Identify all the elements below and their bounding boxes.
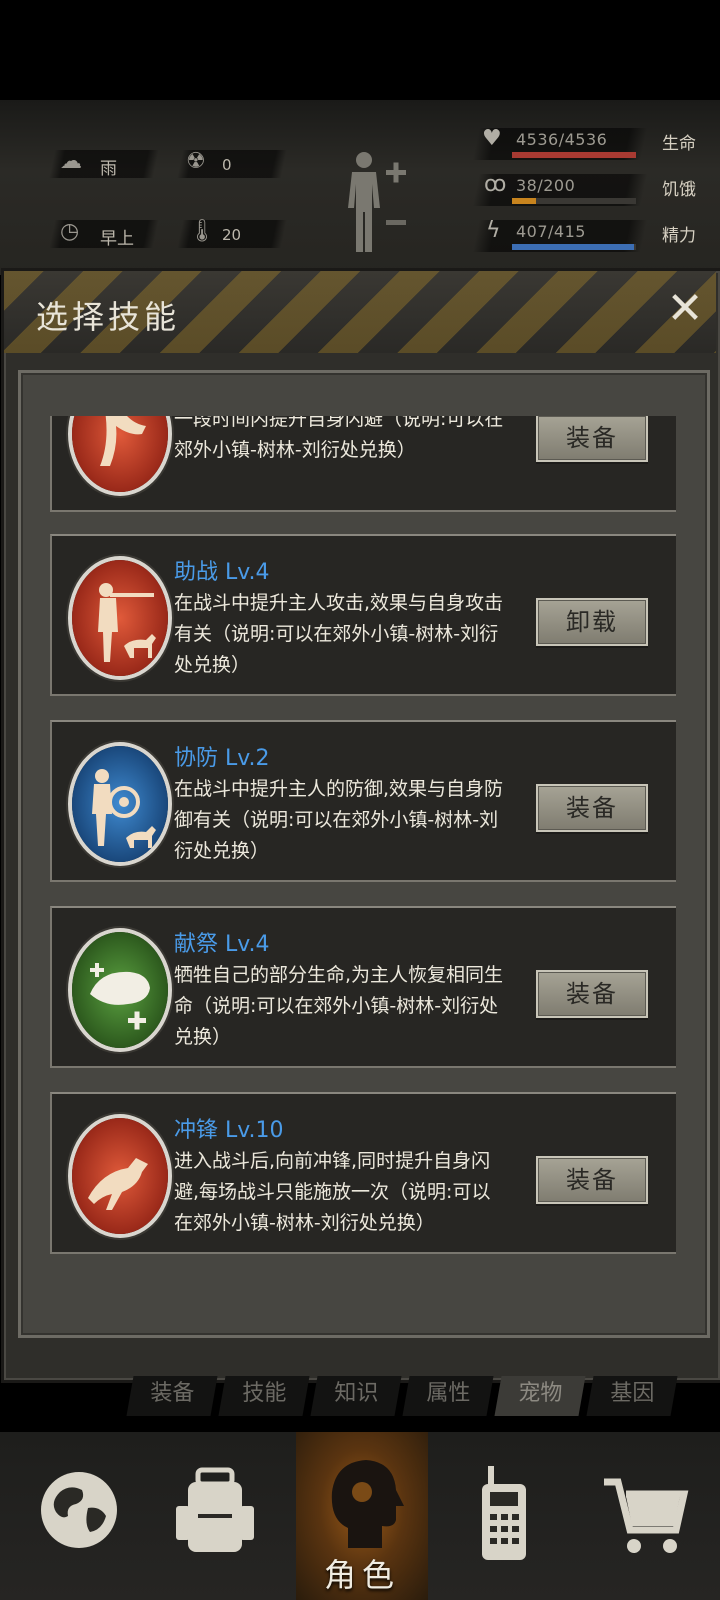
skill-card-charge: 冲锋 Lv.10 进入战斗后,向前冲锋,同时提升自身闪避,每场战斗只能施放一次（… — [50, 1092, 676, 1254]
skill-description: 在战斗中提升主人攻击,效果与自身攻击有关（说明:可以在郊外小镇-树林-刘衍处兑换… — [174, 592, 504, 676]
nav-character-label: 角色 — [323, 1556, 400, 1594]
nav-world[interactable] — [14, 1432, 144, 1600]
skill-description: 在战斗中提升主人的防御,效果与自身防御有关（说明:可以在郊外小镇-树林-刘衍处兑… — [174, 778, 504, 862]
skill-name: 助战 Lv.4 — [174, 560, 270, 585]
nav-shop[interactable] — [580, 1432, 710, 1600]
equip-button[interactable]: 装备 — [536, 416, 648, 462]
body-silhouette-icon — [348, 152, 406, 252]
energy-value: 407/415 — [516, 222, 586, 241]
health-bar-fill — [512, 152, 636, 158]
time-value: 早上 — [100, 229, 134, 249]
hunger-bar-fill — [512, 198, 536, 204]
tab-label: 基因 — [610, 1381, 655, 1406]
skill-card-assist-battle: 助战 Lv.4 在战斗中提升主人攻击,效果与自身攻击有关（说明:可以在郊外小镇-… — [50, 534, 676, 696]
skill-name: 冲锋 Lv.10 — [174, 1118, 284, 1143]
health-value: 4536/4536 — [516, 130, 608, 149]
skill-name: 协防 Lv.2 — [174, 746, 270, 771]
sacrifice-icon — [68, 928, 172, 1052]
tab-label: 知识 — [334, 1381, 379, 1406]
health-label: 生命 — [662, 134, 696, 154]
stomach-icon: ꝏ — [484, 172, 507, 197]
energy-bar-fill — [512, 244, 634, 250]
globe-icon — [41, 1472, 117, 1548]
skill-name: 献祭 Lv.4 — [174, 932, 270, 957]
equip-button[interactable]: 装备 — [536, 784, 648, 832]
dialog-title: 选择技能 — [36, 298, 181, 336]
body-status-button[interactable] — [344, 148, 416, 256]
hunger-value: 38/200 — [516, 176, 576, 195]
shopping-cart-icon — [604, 1478, 689, 1553]
head-silhouette-icon — [331, 1460, 404, 1548]
skill-list[interactable]: 一段时间内提升自身闪避（说明:可以在郊外小镇-树林-刘衍处兑换） 装备 助战 L… — [46, 416, 676, 1286]
tab-label: 技能 — [242, 1381, 287, 1406]
health-bar — [512, 152, 636, 158]
energy-bar — [512, 244, 636, 250]
co-defense-icon — [68, 742, 172, 866]
skill-description: 进入战斗后,向前冲锋,同时提升自身闪避,每场战斗只能施放一次（说明:可以在郊外小… — [174, 1150, 491, 1234]
thermometer-icon: 🌡 — [188, 219, 216, 244]
skill-description: 一段时间内提升自身闪避（说明:可以在郊外小镇-树林-刘衍处兑换） — [174, 416, 504, 461]
tab-label: 装备 — [150, 1381, 195, 1406]
unequip-button[interactable]: 卸载 — [536, 598, 648, 646]
hunger-bar — [512, 198, 636, 204]
tab-attributes[interactable]: 属性 — [402, 1376, 494, 1416]
hunger-label: 饥饿 — [662, 180, 696, 200]
tab-pet[interactable]: 宠物 — [494, 1376, 586, 1416]
weather-value: 雨 — [100, 159, 117, 179]
backpack-icon — [176, 1467, 254, 1552]
tab-equipment[interactable]: 装备 — [126, 1376, 218, 1416]
radiation-value: 0 — [222, 156, 232, 174]
tab-skills[interactable]: 技能 — [218, 1376, 310, 1416]
temperature-value: 20 — [222, 226, 242, 244]
skill-card-sacrifice: 献祭 Lv.4 牺牲自己的部分生命,为主人恢复相同生命（说明:可以在郊外小镇-树… — [50, 906, 676, 1068]
skill-card-dodge: 一段时间内提升自身闪避（说明:可以在郊外小镇-树林-刘衍处兑换） 装备 — [50, 416, 676, 512]
tab-label: 属性 — [426, 1381, 471, 1406]
clock-icon: ◷ — [60, 219, 80, 244]
rain-cloud-icon: ☁ — [60, 149, 82, 174]
walkie-talkie-icon — [482, 1466, 526, 1560]
energy-label: 精力 — [662, 226, 696, 246]
skill-card-co-defense: 协防 Lv.2 在战斗中提升主人的防御,效果与自身防御有关（说明:可以在郊外小镇… — [50, 720, 676, 882]
equip-button[interactable]: 装备 — [536, 970, 648, 1018]
heart-icon: ♥ — [482, 126, 502, 151]
skill-description: 牺牲自己的部分生命,为主人恢复相同生命（说明:可以在郊外小镇-树林-刘衍处兑换） — [174, 964, 504, 1048]
assist-battle-icon — [68, 556, 172, 680]
nav-radio[interactable] — [438, 1432, 568, 1600]
tab-knowledge[interactable]: 知识 — [310, 1376, 402, 1416]
radiation-icon: ☢ — [186, 149, 206, 174]
dodge-skill-icon — [68, 416, 172, 496]
tab-genes[interactable]: 基因 — [586, 1376, 678, 1416]
nav-character[interactable]: 角色 — [296, 1432, 428, 1600]
charge-icon — [68, 1114, 172, 1238]
character-subtabs: 装备 技能 知识 属性 宠物 基因 — [126, 1376, 690, 1416]
tab-label: 宠物 — [518, 1381, 563, 1406]
close-button[interactable]: ✕ — [660, 284, 710, 334]
energy-icon: ϟ — [486, 218, 501, 243]
nav-backpack[interactable] — [150, 1432, 280, 1600]
equip-button[interactable]: 装备 — [536, 1156, 648, 1204]
